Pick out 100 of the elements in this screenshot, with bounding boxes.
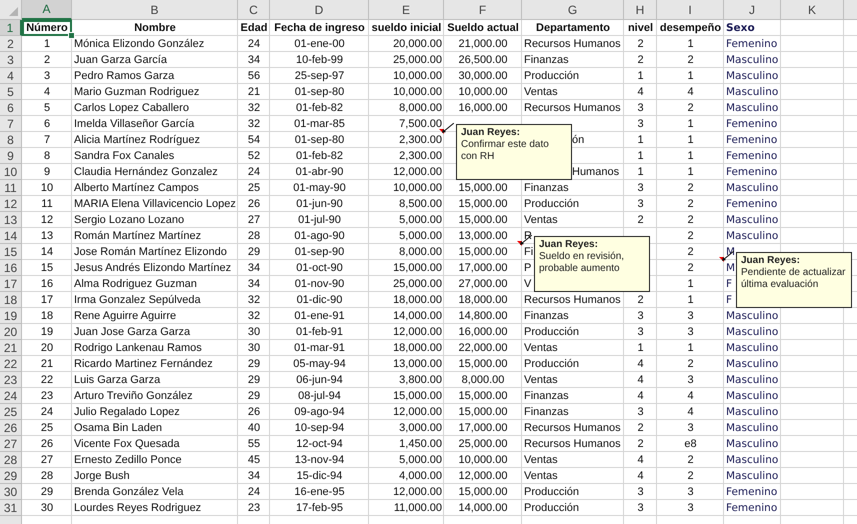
row-header[interactable]: 8 — [0, 132, 22, 148]
row-header[interactable]: 22 — [0, 356, 22, 372]
selected-cell[interactable]: Número — [22, 20, 72, 36]
cell-text: 4 — [637, 358, 644, 370]
row-header[interactable]: 10 — [0, 164, 22, 180]
cell-text: 10,000.00 — [393, 70, 442, 82]
cell-text: 28 — [40, 470, 54, 482]
row-header[interactable]: 26 — [0, 420, 22, 436]
row-header[interactable]: 15 — [0, 244, 22, 260]
row-header[interactable]: 23 — [0, 372, 22, 388]
cell-text: 01-may-90 — [293, 182, 346, 194]
column-header[interactable]: K — [781, 0, 844, 20]
cell-text: 26 — [248, 406, 260, 418]
row-header[interactable]: 13 — [0, 212, 22, 228]
row-header[interactable]: 28 — [0, 452, 22, 468]
cell-text: Masculino — [726, 454, 778, 466]
cell-text: 21 — [40, 358, 54, 370]
column-header[interactable]: H — [624, 0, 657, 20]
cell-text: 2 — [687, 198, 694, 210]
cell-text: Arturo Treviño González — [74, 390, 193, 402]
cell-text: 10-feb-99 — [296, 54, 344, 66]
cell-text: 10 — [40, 182, 54, 194]
row-header[interactable]: 9 — [0, 148, 22, 164]
fill-handle[interactable] — [68, 32, 75, 39]
row-header[interactable]: 16 — [0, 260, 22, 276]
row-header[interactable]: 25 — [0, 404, 22, 420]
column-header[interactable]: D — [270, 0, 369, 20]
cell-text: P — [524, 262, 532, 274]
cell-text: Producción — [524, 326, 580, 338]
row-header[interactable]: 17 — [0, 276, 22, 292]
row-header[interactable]: 1 — [0, 20, 22, 36]
column-header[interactable]: J — [724, 0, 781, 20]
cell-text: 25-sep-97 — [294, 70, 344, 82]
row-header[interactable]: 4 — [0, 68, 22, 84]
cell-text: 27,000.00 — [458, 278, 508, 290]
column-header[interactable]: F — [444, 0, 522, 20]
column-header[interactable]: B — [72, 0, 238, 20]
cell-text: 22,000.00 — [458, 342, 508, 354]
cell-text: 30 — [40, 502, 54, 514]
cell-text: 34 — [248, 54, 260, 66]
cell-text: Claudia Hernández Gonzalez — [74, 166, 218, 178]
cell-text: 12,000.00 — [393, 486, 442, 498]
cell-text: 4 — [44, 86, 50, 98]
cell-text: 14,000.00 — [458, 502, 508, 514]
row-header[interactable]: 6 — [0, 100, 22, 116]
row-header[interactable]: 24 — [0, 388, 22, 404]
cell-text: 01-feb-82 — [296, 102, 344, 114]
cell-text: 2 — [44, 54, 50, 66]
row-header[interactable]: 20 — [0, 324, 22, 340]
cell-text: 3 — [687, 422, 694, 434]
cell-text: 01-sep-80 — [294, 86, 344, 98]
cell-text: 28 — [248, 230, 260, 242]
cell-text: M — [726, 262, 736, 274]
row-header[interactable]: 29 — [0, 468, 22, 484]
cell-text: Irma Gonzalez Sepúlveda — [74, 294, 201, 306]
row-header[interactable]: 19 — [0, 308, 22, 324]
row-header[interactable]: 12 — [0, 196, 22, 212]
cell-text: 2 — [637, 422, 644, 434]
row-header[interactable]: 18 — [0, 292, 22, 308]
cell-text: 3 — [44, 70, 50, 82]
column-header[interactable]: G — [522, 0, 624, 20]
cell-text: 14,800.00 — [458, 310, 508, 322]
row-header[interactable]: 30 — [0, 484, 22, 500]
row-header[interactable]: 11 — [0, 180, 22, 196]
cell-text: 34 — [248, 470, 260, 482]
cell-text: 2 — [637, 294, 644, 306]
row-header[interactable]: 5 — [0, 84, 22, 100]
cell-text: Vicente Fox Quesada — [74, 438, 180, 450]
select-all-icon[interactable] — [9, 7, 18, 16]
row-header[interactable]: 27 — [0, 436, 22, 452]
column-header[interactable]: C — [238, 0, 270, 20]
cell-text: Ventas — [524, 454, 558, 466]
cell-text: Masculino — [726, 102, 778, 114]
cell-text: 2 — [687, 230, 694, 242]
cell-text: 3 — [637, 406, 644, 418]
cell-text: 14,000.00 — [393, 310, 442, 322]
row-header[interactable]: 21 — [0, 340, 22, 356]
cell-text: 2,300.00 — [399, 150, 442, 162]
cell-text: 1 — [637, 342, 644, 354]
column-header[interactable]: I — [657, 0, 724, 20]
cell-text: 11,000.00 — [394, 502, 442, 514]
cell-text: 14 — [40, 246, 54, 258]
cell-text: 20 — [40, 342, 54, 354]
row-header[interactable]: 14 — [0, 228, 22, 244]
cell-text: Jesus Andrés Elizondo Martínez — [74, 262, 232, 274]
cell-text: 27 — [248, 214, 260, 226]
column-header[interactable]: A — [22, 0, 72, 20]
cell-text: Osama Bin Laden — [74, 422, 162, 434]
row-header[interactable]: 2 — [0, 36, 22, 52]
cell-text: 3 — [637, 502, 644, 514]
column-header[interactable]: E — [369, 0, 444, 20]
cell-text: Masculino — [726, 374, 778, 386]
row-header[interactable]: 31 — [0, 500, 22, 516]
cell-text: Femenino — [726, 486, 778, 498]
cell-text: 29 — [248, 374, 260, 386]
row-header[interactable]: 7 — [0, 116, 22, 132]
row-header[interactable]: 3 — [0, 52, 22, 68]
cell-text: Masculino — [726, 214, 778, 226]
cell-text: Alicia Martínez Rodríguez — [74, 134, 200, 146]
cell-text: Rodrigo Lankenau Ramos — [74, 342, 202, 354]
